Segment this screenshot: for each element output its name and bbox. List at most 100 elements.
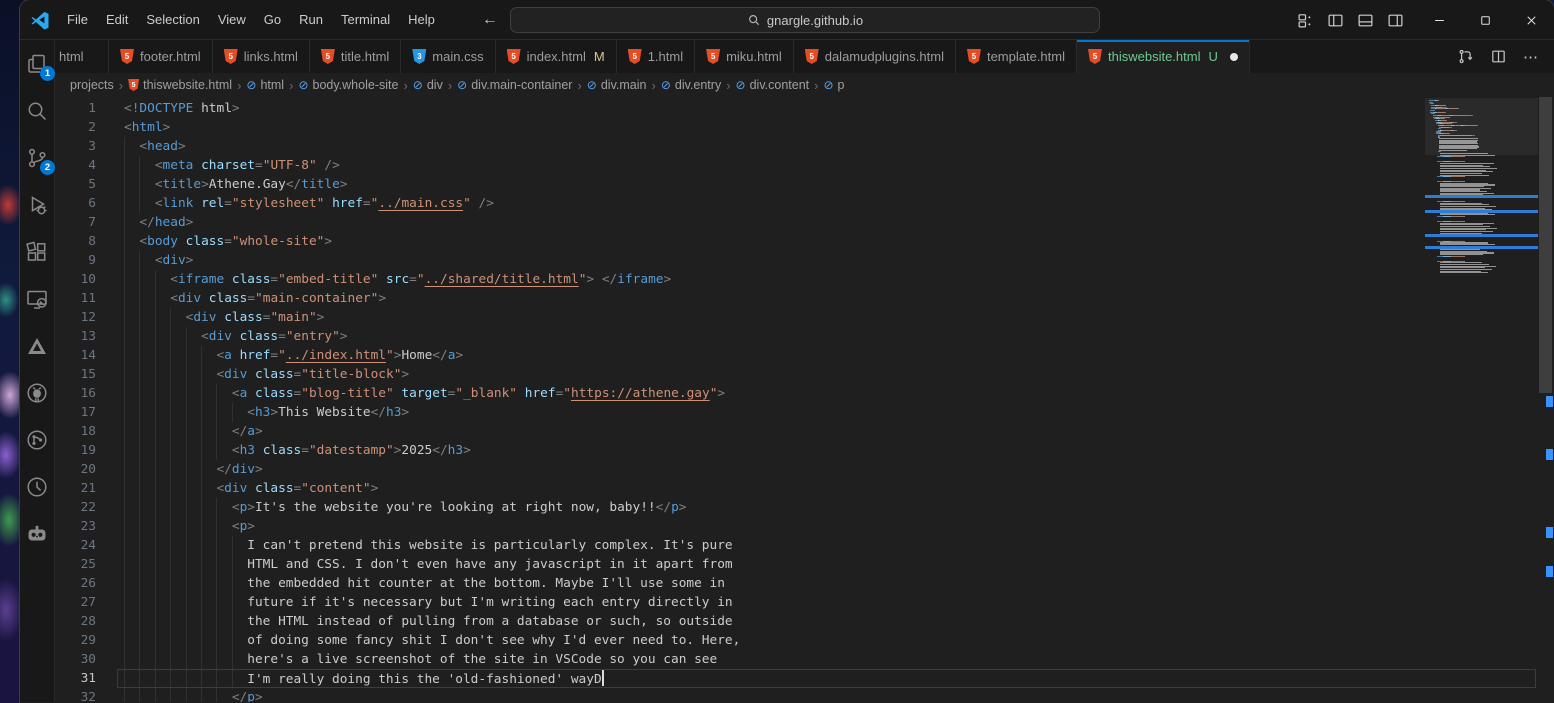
tab-thiswebsite.html[interactable]: 5thiswebsite.htmlU	[1077, 40, 1250, 73]
gutter	[96, 403, 124, 422]
indent-guide	[139, 403, 154, 422]
customize-layout-icon[interactable]	[1297, 12, 1314, 29]
toggle-panel-icon[interactable]	[1357, 12, 1374, 29]
indent-guide	[170, 517, 185, 536]
sidebar-item-run-and-debug[interactable]	[20, 188, 54, 222]
breadcrumb-symbol-div.main[interactable]: ⊘div.main	[587, 78, 647, 92]
tab-index.html[interactable]: 5index.htmlM	[496, 40, 617, 73]
indent-guide	[124, 422, 139, 441]
minimize-button[interactable]	[1416, 0, 1462, 40]
open-changes-icon[interactable]	[1457, 48, 1474, 65]
tab-title.html[interactable]: 5title.html	[310, 40, 401, 73]
toggle-primary-sidebar-icon[interactable]	[1327, 12, 1344, 29]
breadcrumb-symbol-div.entry[interactable]: ⊘div.entry	[661, 78, 721, 92]
tab-1.html[interactable]: 51.html	[617, 40, 695, 73]
tab-template.html[interactable]: 5template.html	[956, 40, 1077, 73]
tab-label: title.html	[341, 49, 389, 64]
code-line: 3<head>	[55, 137, 1554, 156]
minimap-viewport[interactable]	[1425, 98, 1538, 155]
breadcrumb-symbol-div[interactable]: ⊘div	[413, 78, 443, 92]
sidebar-item-git-graph[interactable]	[20, 423, 54, 457]
sidebar-item-remote-explorer[interactable]	[20, 282, 54, 316]
sidebar-item-godot-tools[interactable]	[20, 517, 54, 551]
line-number: 15	[55, 365, 96, 384]
vertical-scrollbar[interactable]	[1538, 97, 1554, 702]
indent-guide	[124, 289, 139, 308]
breadcrumb-file[interactable]: 5thiswebsite.html	[128, 78, 232, 92]
indent-guide	[124, 536, 139, 555]
maximize-button[interactable]	[1462, 0, 1508, 40]
menu-run[interactable]: Run	[290, 8, 332, 31]
overview-ruler-mark	[1546, 527, 1553, 538]
nav-back-icon[interactable]: ←	[482, 11, 498, 29]
sidebar-item-triangle-a-extension[interactable]	[20, 329, 54, 363]
command-center-search[interactable]: gnargle.github.io	[510, 7, 1100, 33]
gutter	[96, 327, 124, 346]
sidebar-item-source-control[interactable]: 2	[20, 141, 54, 175]
indent-guide	[170, 669, 185, 688]
breadcrumb-symbol-html[interactable]: ⊘html	[246, 78, 284, 92]
html-file-icon: 5	[507, 49, 521, 64]
indent-guide	[170, 574, 185, 593]
sidebar-item-search[interactable]	[20, 94, 54, 128]
code-text: </div>	[124, 460, 263, 479]
tab-links.html[interactable]: 5links.html	[213, 40, 310, 73]
menu-help[interactable]: Help	[399, 8, 444, 31]
toggle-secondary-sidebar-icon[interactable]	[1387, 12, 1404, 29]
tab-dalamudplugins.html[interactable]: 5dalamudplugins.html	[794, 40, 956, 73]
sidebar-item-github[interactable]	[20, 376, 54, 410]
sidebar-item-extensions[interactable]	[20, 235, 54, 269]
indent-guide	[201, 422, 216, 441]
indent-guide	[216, 555, 231, 574]
indent-guide	[139, 479, 154, 498]
code-line: 9<div>	[55, 251, 1554, 270]
menu-selection[interactable]: Selection	[137, 8, 208, 31]
menu-terminal[interactable]: Terminal	[332, 8, 399, 31]
indent-guide	[232, 650, 247, 669]
code-text: <body class="whole-site">	[124, 232, 332, 251]
tab-main.css[interactable]: 3main.css	[401, 40, 495, 73]
indent-guide	[186, 441, 201, 460]
sidebar-item-gitlens[interactable]	[20, 470, 54, 504]
code-text: <div class="main">	[124, 308, 324, 327]
indent-guide	[216, 669, 231, 688]
breadcrumb-symbol-body.whole-site[interactable]: ⊘body.whole-site	[298, 78, 398, 92]
line-number: 17	[55, 403, 96, 422]
indent-guide	[124, 612, 139, 631]
indent-guide	[155, 441, 170, 460]
indent-guide	[124, 555, 139, 574]
split-editor-icon[interactable]	[1490, 48, 1507, 65]
code-editor[interactable]: 1<!DOCTYPE html>2<html>3<head>4<meta cha…	[55, 97, 1554, 702]
menu-go[interactable]: Go	[255, 8, 290, 31]
breadcrumb-symbol-div.main-container[interactable]: ⊘div.main-container	[457, 78, 572, 92]
code-text: <div class="entry">	[124, 327, 348, 346]
indent-guide	[201, 346, 216, 365]
breadcrumb-symbol-p[interactable]: ⊘p	[823, 78, 844, 92]
breadcrumb-symbol-div.content[interactable]: ⊘div.content	[736, 78, 810, 92]
menu-view[interactable]: View	[209, 8, 255, 31]
minimap[interactable]	[1425, 97, 1538, 702]
code-text: <title>Athene.Gay</title>	[124, 175, 348, 194]
indent-guide	[124, 650, 139, 669]
menu-file[interactable]: File	[58, 8, 97, 31]
html-file-icon: 5	[224, 49, 238, 64]
gutter	[96, 631, 124, 650]
indent-guide	[139, 289, 154, 308]
tab-footer.html[interactable]: 5footer.html	[109, 40, 213, 73]
code-line: 12<div class="main">	[55, 308, 1554, 327]
indent-guide	[155, 308, 170, 327]
indent-guide	[139, 650, 154, 669]
tab-html[interactable]: html	[55, 40, 109, 73]
scrollbar-thumb[interactable]	[1539, 97, 1552, 393]
breadcrumb-folder[interactable]: projects	[70, 78, 114, 92]
tab-miku.html[interactable]: 5miku.html	[695, 40, 794, 73]
breadcrumb: projects›5thiswebsite.html›⊘html›⊘body.w…	[55, 73, 1554, 97]
code-text: here's a live screenshot of the site in …	[124, 650, 717, 669]
more-actions-icon[interactable]: ⋯	[1523, 48, 1539, 66]
gutter	[96, 194, 124, 213]
menu-edit[interactable]: Edit	[97, 8, 137, 31]
sidebar-item-explorer[interactable]: 1	[20, 47, 54, 81]
indent-guide	[201, 403, 216, 422]
html-element-symbol-icon: ⊘	[661, 78, 671, 92]
close-button[interactable]	[1508, 0, 1554, 40]
